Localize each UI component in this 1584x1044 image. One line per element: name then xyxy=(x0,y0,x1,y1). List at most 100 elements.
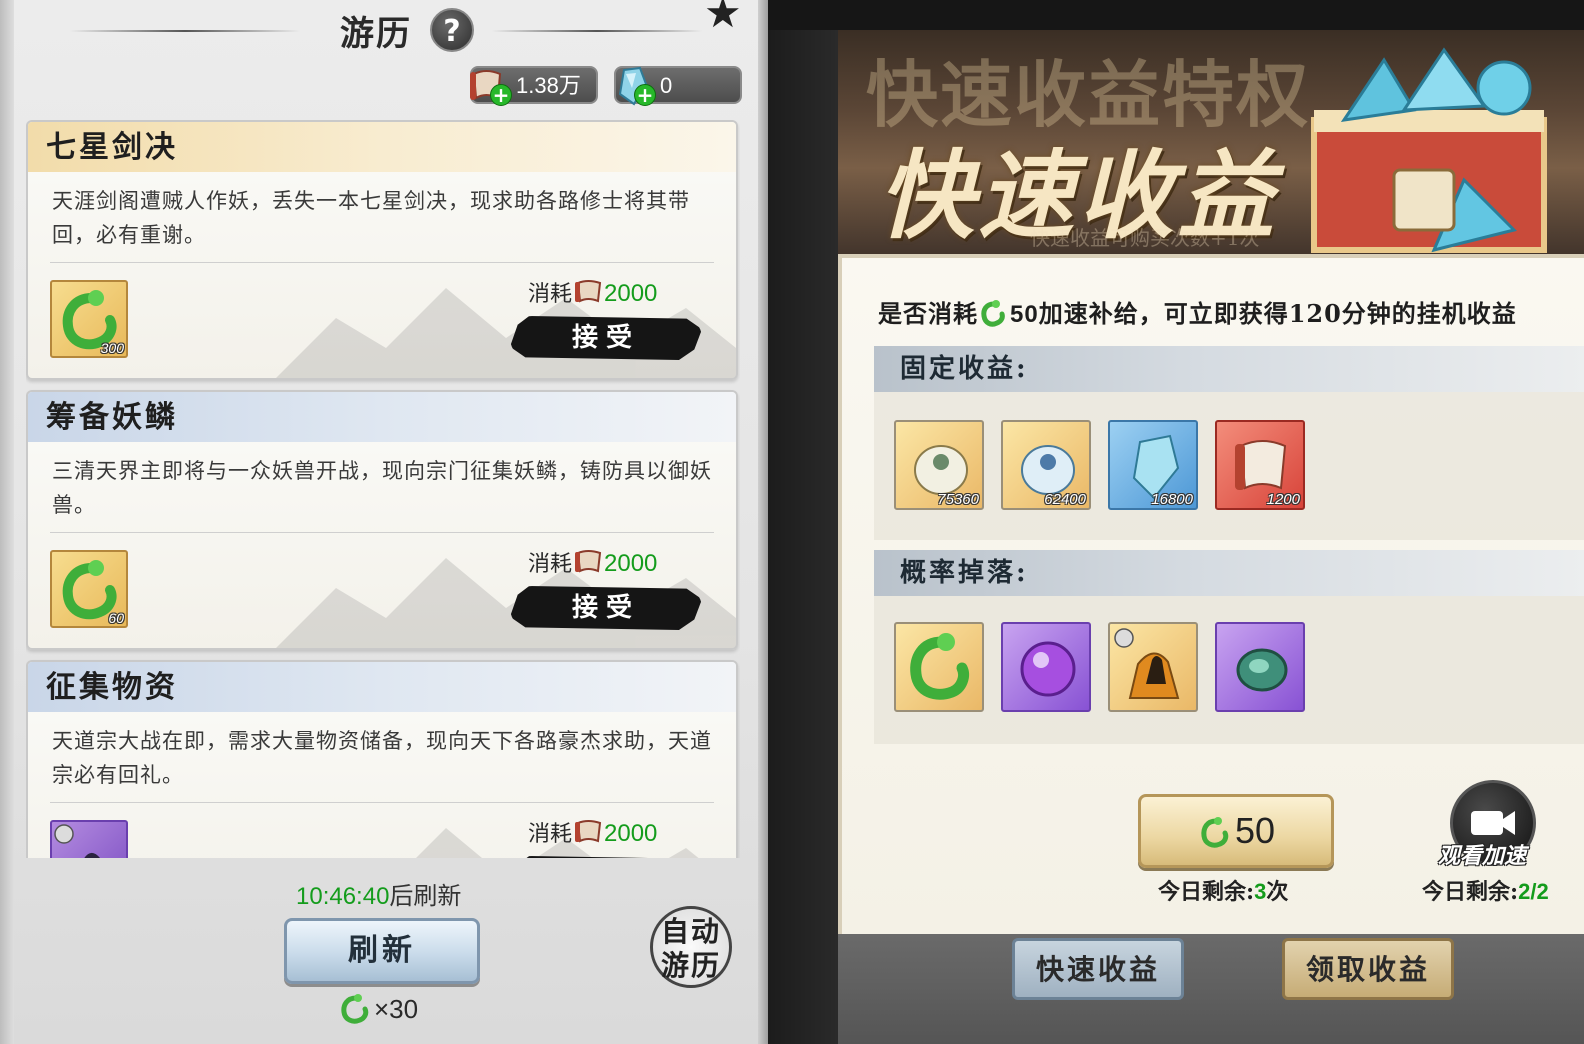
panel-left-edge xyxy=(0,0,14,1044)
reward-count: 60 xyxy=(108,610,124,626)
video-remaining: 今日剩余:2/2 xyxy=(1422,874,1549,906)
reward-count: 62400 xyxy=(1044,491,1086,508)
quick-gain-banner: 快速收益特权 快速收益 快速收益可购买次数+1次 xyxy=(838,30,1584,260)
travel-panel: 游历 ? ★ + 1.38万 + 0 七星剑决 天涯剑阁遭贼人作妖，丢失一本七星… xyxy=(0,0,768,1044)
drop-items xyxy=(874,596,1584,744)
dim-overlay-side xyxy=(768,30,838,1044)
message-prefix: 是否消耗 xyxy=(878,299,978,328)
dimmed-bottom-bar xyxy=(838,934,1584,1044)
reward-item[interactable]: 1200 xyxy=(1215,420,1305,510)
refresh-button[interactable]: 刷新 xyxy=(284,918,480,984)
currency-scroll: + 1.38万 xyxy=(470,66,598,106)
scroll-icon xyxy=(575,280,602,303)
quest-reward-item[interactable]: 60 xyxy=(50,550,128,628)
crystal-amount: 0 xyxy=(660,73,673,98)
title-divider-right xyxy=(492,30,702,32)
panel-right-edge xyxy=(758,0,768,1044)
purple-orb-icon xyxy=(1020,641,1076,697)
buy-remain-label: 今日剩余: xyxy=(1158,879,1255,905)
green-gem-icon xyxy=(1236,648,1288,692)
refresh-countdown: 10:46:40后刷新 xyxy=(296,876,461,911)
quick-gain-dialog: 是否消耗 50加速补给，可立即获得120分钟的挂机收益 固定收益: 75360 6… xyxy=(838,254,1584,934)
jade-ring-icon xyxy=(1201,817,1229,848)
drop-item[interactable] xyxy=(1215,622,1305,712)
watch-video-label[interactable]: 观看加速 xyxy=(1438,838,1526,870)
message-suffix: 加速补给，可立即获得120分钟的挂机收益 xyxy=(1038,299,1517,328)
drop-item[interactable] xyxy=(894,622,984,712)
scroll-amount: 1.38万 xyxy=(516,73,581,98)
buy-quick-gain-button[interactable]: 50 xyxy=(1138,794,1334,868)
help-button[interactable]: ? xyxy=(430,8,474,52)
confirm-message: 是否消耗 50加速补给，可立即获得120分钟的挂机收益 xyxy=(878,294,1517,329)
message-amount: 50 xyxy=(1010,301,1039,328)
quest-card: 七星剑决 天涯剑阁遭贼人作妖，丢失一本七星剑决，现求助各路修士将其带回，必有重谢… xyxy=(26,120,738,380)
video-remain-count: 2/2 xyxy=(1518,879,1549,904)
claim-gain-button[interactable]: 领取收益 xyxy=(1282,938,1454,1000)
scroll-icon xyxy=(575,550,602,573)
reward-item[interactable]: 16800 xyxy=(1108,420,1198,510)
accept-button[interactable]: 接受 xyxy=(510,586,702,630)
refresh-cost-value: ×30 xyxy=(374,994,419,1024)
quest-cost: 消耗 2000 xyxy=(528,546,657,582)
quest-cost: 消耗 2000 xyxy=(528,816,657,852)
quest-title: 筹备妖鳞 xyxy=(46,400,178,435)
jade-ring-icon xyxy=(910,633,970,700)
buy-cost: 50 xyxy=(1234,810,1276,851)
drop-item[interactable] xyxy=(1108,622,1198,712)
auto-travel-button[interactable]: 自动游历 xyxy=(650,906,732,988)
quest-title: 征集物资 xyxy=(46,670,178,705)
jade-ring-icon xyxy=(981,300,1005,327)
close-icon[interactable]: ★ xyxy=(704,0,742,37)
quest-header: 七星剑决 xyxy=(28,122,736,172)
scroll-icon xyxy=(575,820,602,843)
refresh-time-suffix: 后刷新 xyxy=(389,882,462,910)
reward-count: 75360 xyxy=(937,491,979,508)
page-title: 游历 xyxy=(340,14,412,54)
character-fragment-icon xyxy=(54,824,100,858)
quest-reward-item[interactable] xyxy=(50,820,128,858)
refresh-cost: ×30 xyxy=(338,992,418,1026)
video-remain-label: 今日剩余: xyxy=(1422,879,1519,905)
drop-header: 概率掉落: xyxy=(874,550,1584,596)
cost-label: 消耗 xyxy=(528,282,573,307)
cost-value: 2000 xyxy=(604,550,658,577)
quick-gain-panel: 快速收益特权 快速收益 快速收益可购买次数+1次 是否消耗 50加速补给，可立即获… xyxy=(768,0,1584,1044)
quest-list[interactable]: 七星剑决 天涯剑阁遭贼人作妖，丢失一本七星剑决，现求助各路修士将其带回，必有重谢… xyxy=(26,120,740,858)
currency-crystal: + 0 xyxy=(614,66,742,106)
buy-remaining: 今日剩余:3次 xyxy=(1158,874,1288,906)
cost-value: 2000 xyxy=(604,280,658,307)
quest-description: 天道宗大战在即，需求大量物资储备，现向天下各路豪杰求助，天道宗必有回礼。 xyxy=(52,729,712,787)
buy-remain-unit: 次 xyxy=(1266,879,1289,905)
reward-count: 16800 xyxy=(1151,491,1193,508)
drop-item[interactable] xyxy=(1001,622,1091,712)
quest-cost: 消耗 2000 xyxy=(528,276,657,312)
banner-subtitle: 快速收益可购买次数+1次 xyxy=(1030,226,1260,250)
refresh-time-value: 10:46:40 xyxy=(296,883,390,910)
buy-remain-count: 3 xyxy=(1254,879,1267,904)
reward-item[interactable]: 62400 xyxy=(1001,420,1091,510)
quest-description: 三清天界主即将与一众妖兽开战，现向宗门征集妖鳞，铸防具以御妖兽。 xyxy=(52,459,712,517)
quest-title: 七星剑决 xyxy=(46,130,178,165)
fixed-gain-header: 固定收益: xyxy=(874,346,1584,392)
quest-header: 征集物资 xyxy=(28,662,736,712)
jade-ring-icon xyxy=(341,994,369,1024)
add-scroll-button[interactable]: + xyxy=(490,84,512,106)
quest-card: 征集物资 天道宗大战在即，需求大量物资储备，现向天下各路豪杰求助，天道宗必有回礼… xyxy=(26,660,738,858)
quest-divider xyxy=(50,802,714,803)
quest-description: 天涯剑阁遭贼人作妖，丢失一本七星剑决，现求助各路修士将其带回，必有重谢。 xyxy=(52,189,690,247)
quest-reward-item[interactable]: 300 xyxy=(50,280,128,358)
quest-divider xyxy=(50,262,714,263)
reward-count: 300 xyxy=(100,340,124,356)
cost-label: 消耗 xyxy=(528,822,573,847)
quest-divider xyxy=(50,532,714,533)
dim-overlay-top xyxy=(768,0,1584,30)
quick-gain-button[interactable]: 快速收益 xyxy=(1012,938,1184,1000)
reward-item[interactable]: 75360 xyxy=(894,420,984,510)
quest-header: 筹备妖鳞 xyxy=(28,392,736,442)
accept-button[interactable]: 接受 xyxy=(510,316,702,360)
add-crystal-button[interactable]: + xyxy=(634,84,656,106)
cost-label: 消耗 xyxy=(528,552,573,577)
quest-card: 筹备妖鳞 三清天界主即将与一众妖兽开战，现向宗门征集妖鳞，铸防具以御妖兽。 60… xyxy=(26,390,738,650)
fixed-gain-items: 75360 62400 16800 1200 xyxy=(874,392,1584,540)
gold-fragment-icon xyxy=(1114,628,1180,699)
